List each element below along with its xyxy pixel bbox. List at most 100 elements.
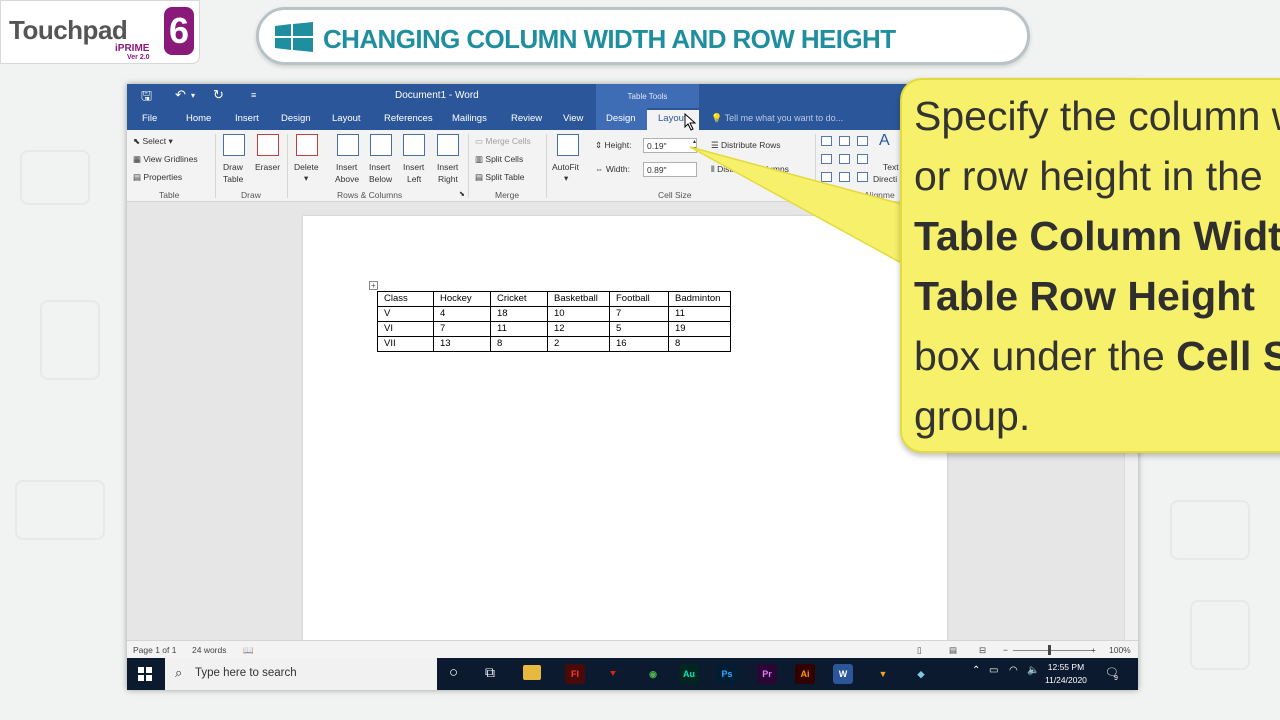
table-cell[interactable]: 10 [547,306,610,322]
table-cell[interactable]: VII [377,336,434,352]
table-cell[interactable]: 8 [668,336,731,352]
table-cell[interactable]: Football [609,291,669,307]
tab-design[interactable]: Design [281,113,311,124]
undo-dropdown-icon[interactable]: ▾ [191,91,195,100]
zoom-out-icon[interactable]: − [1003,645,1008,655]
save-icon[interactable]: 🖫 [141,87,152,109]
zoom-in-icon[interactable]: + [1091,645,1096,655]
align-center-icon[interactable] [839,154,850,164]
customize-qat-icon[interactable]: ≡ [251,90,256,100]
table-cell[interactable]: 8 [490,336,548,352]
align-bottom-left-icon[interactable] [821,172,832,182]
print-layout-icon[interactable]: ▤ [949,645,957,656]
sketch-icon[interactable]: ◆ [911,664,931,684]
split-cells-button[interactable]: ▥ Split Cells [475,154,523,165]
autofit-dropdown-icon[interactable]: ▾ [564,173,568,184]
tab-home[interactable]: Home [186,113,211,124]
volume-icon[interactable]: 🔈 [1027,665,1039,676]
insert-left-label-1[interactable]: Insert [403,162,424,172]
insert-below-label-2[interactable]: Below [369,174,392,184]
cortana-icon[interactable]: ○ [449,664,458,681]
table-cell[interactable]: 13 [433,336,491,352]
task-view-icon[interactable]: ⧉ [485,664,495,681]
tab-references[interactable]: References [384,113,433,124]
document-page[interactable]: + Class Hockey Cricket Basketball Football Ba… [303,216,947,646]
table-cell[interactable]: 11 [668,306,731,322]
height-spin-down-icon[interactable]: ▾ [693,145,696,152]
battery-icon[interactable]: ▭ [989,665,998,676]
align-bottom-right-icon[interactable] [857,172,868,182]
column-width-input[interactable]: 0.89" [643,162,697,177]
merge-cells-button[interactable]: ▭ Merge Cells [475,136,531,147]
table-cell[interactable]: 5 [609,321,669,337]
delete-button[interactable]: Delete [294,162,319,172]
web-layout-icon[interactable]: ⊟ [979,645,986,656]
read-mode-icon[interactable]: ▯ [917,645,922,656]
eraser-button[interactable]: Eraser [255,162,280,172]
table-cell[interactable]: 18 [490,306,548,322]
distribute-rows-button[interactable]: ☰ Distribute Rows [711,140,781,151]
table-cell[interactable]: 16 [609,336,669,352]
illustrator-icon[interactable]: Ai [795,664,815,684]
tab-layout[interactable]: Layout [332,113,361,124]
insert-above-label-2[interactable]: Above [335,174,359,184]
text-direction-label-2[interactable]: Directi [873,174,897,184]
split-table-button[interactable]: ▤ Split Table [475,172,524,183]
delete-dropdown-icon[interactable]: ▾ [304,173,308,184]
table-cell[interactable]: V [377,306,434,322]
taskbar-clock[interactable]: 12:55 PM 11/24/2020 [1045,661,1087,687]
acrobat-icon[interactable]: ⯆ [603,664,623,684]
align-bottom-center-icon[interactable] [839,172,850,182]
insert-right-label-1[interactable]: Insert [437,162,458,172]
audition-icon[interactable]: Au [679,664,699,684]
tab-view[interactable]: View [563,113,583,124]
table-cell[interactable]: 11 [490,321,548,337]
table-cell[interactable]: VI [377,321,434,337]
photoshop-icon[interactable]: Ps [717,664,737,684]
distribute-columns-button[interactable]: ⦀ Distribute Columns [711,164,789,175]
table-cell[interactable]: Hockey [433,291,491,307]
word-count[interactable]: 24 words [192,645,227,655]
table-cell[interactable]: Basketball [547,291,610,307]
redo-icon[interactable]: ↻ [213,87,224,103]
tell-me-box[interactable]: 💡 Tell me what you want to do... [711,113,843,124]
vectorian-icon[interactable]: ▼ [873,664,893,684]
align-top-center-icon[interactable] [839,136,850,146]
chrome-icon[interactable]: ◉ [643,664,663,684]
undo-icon[interactable]: ↶ [175,87,186,103]
taskbar-search[interactable]: ⌕ Type here to search [165,658,437,690]
insert-below-label-1[interactable]: Insert [369,162,390,172]
tab-table-design[interactable]: Design [596,108,647,130]
insert-above-label-1[interactable]: Insert [336,162,357,172]
zoom-level[interactable]: 100% [1109,645,1131,655]
table-cell[interactable]: 4 [433,306,491,322]
table-cell[interactable]: 19 [668,321,731,337]
select-button[interactable]: ⬉ Select ▾ [133,136,173,147]
properties-button[interactable]: ▤ Properties [133,172,182,183]
dialog-launcher-icon[interactable]: ⬊ [459,190,465,198]
align-center-right-icon[interactable] [857,154,868,164]
autofit-button[interactable]: AutoFit [552,162,579,172]
table-move-handle-icon[interactable]: + [369,281,378,290]
table-cell[interactable]: 7 [609,306,669,322]
table-cell[interactable]: 2 [547,336,610,352]
height-spin-up-icon[interactable]: ▴ [693,138,696,145]
zoom-slider[interactable] [1013,650,1093,651]
tab-insert[interactable]: Insert [235,113,259,124]
table-cell[interactable]: 7 [433,321,491,337]
table-cell[interactable]: 12 [547,321,610,337]
align-top-right-icon[interactable] [857,136,868,146]
row-height-input[interactable]: 0.19" [643,138,697,153]
table-cell[interactable]: Cricket [490,291,548,307]
align-center-left-icon[interactable] [821,154,832,164]
tab-mailings[interactable]: Mailings [452,113,487,124]
flash-icon[interactable]: Fl [565,664,585,684]
tab-review[interactable]: Review [511,113,542,124]
zoom-slider-thumb[interactable] [1048,645,1051,655]
draw-table-label-1[interactable]: Draw [223,162,243,172]
file-explorer-icon[interactable] [523,665,541,680]
proofing-icon[interactable]: 📖 [243,645,254,656]
align-top-left-icon[interactable] [821,136,832,146]
wifi-icon[interactable]: ◠ [1009,665,1018,676]
insert-right-label-2[interactable]: Right [438,174,458,184]
